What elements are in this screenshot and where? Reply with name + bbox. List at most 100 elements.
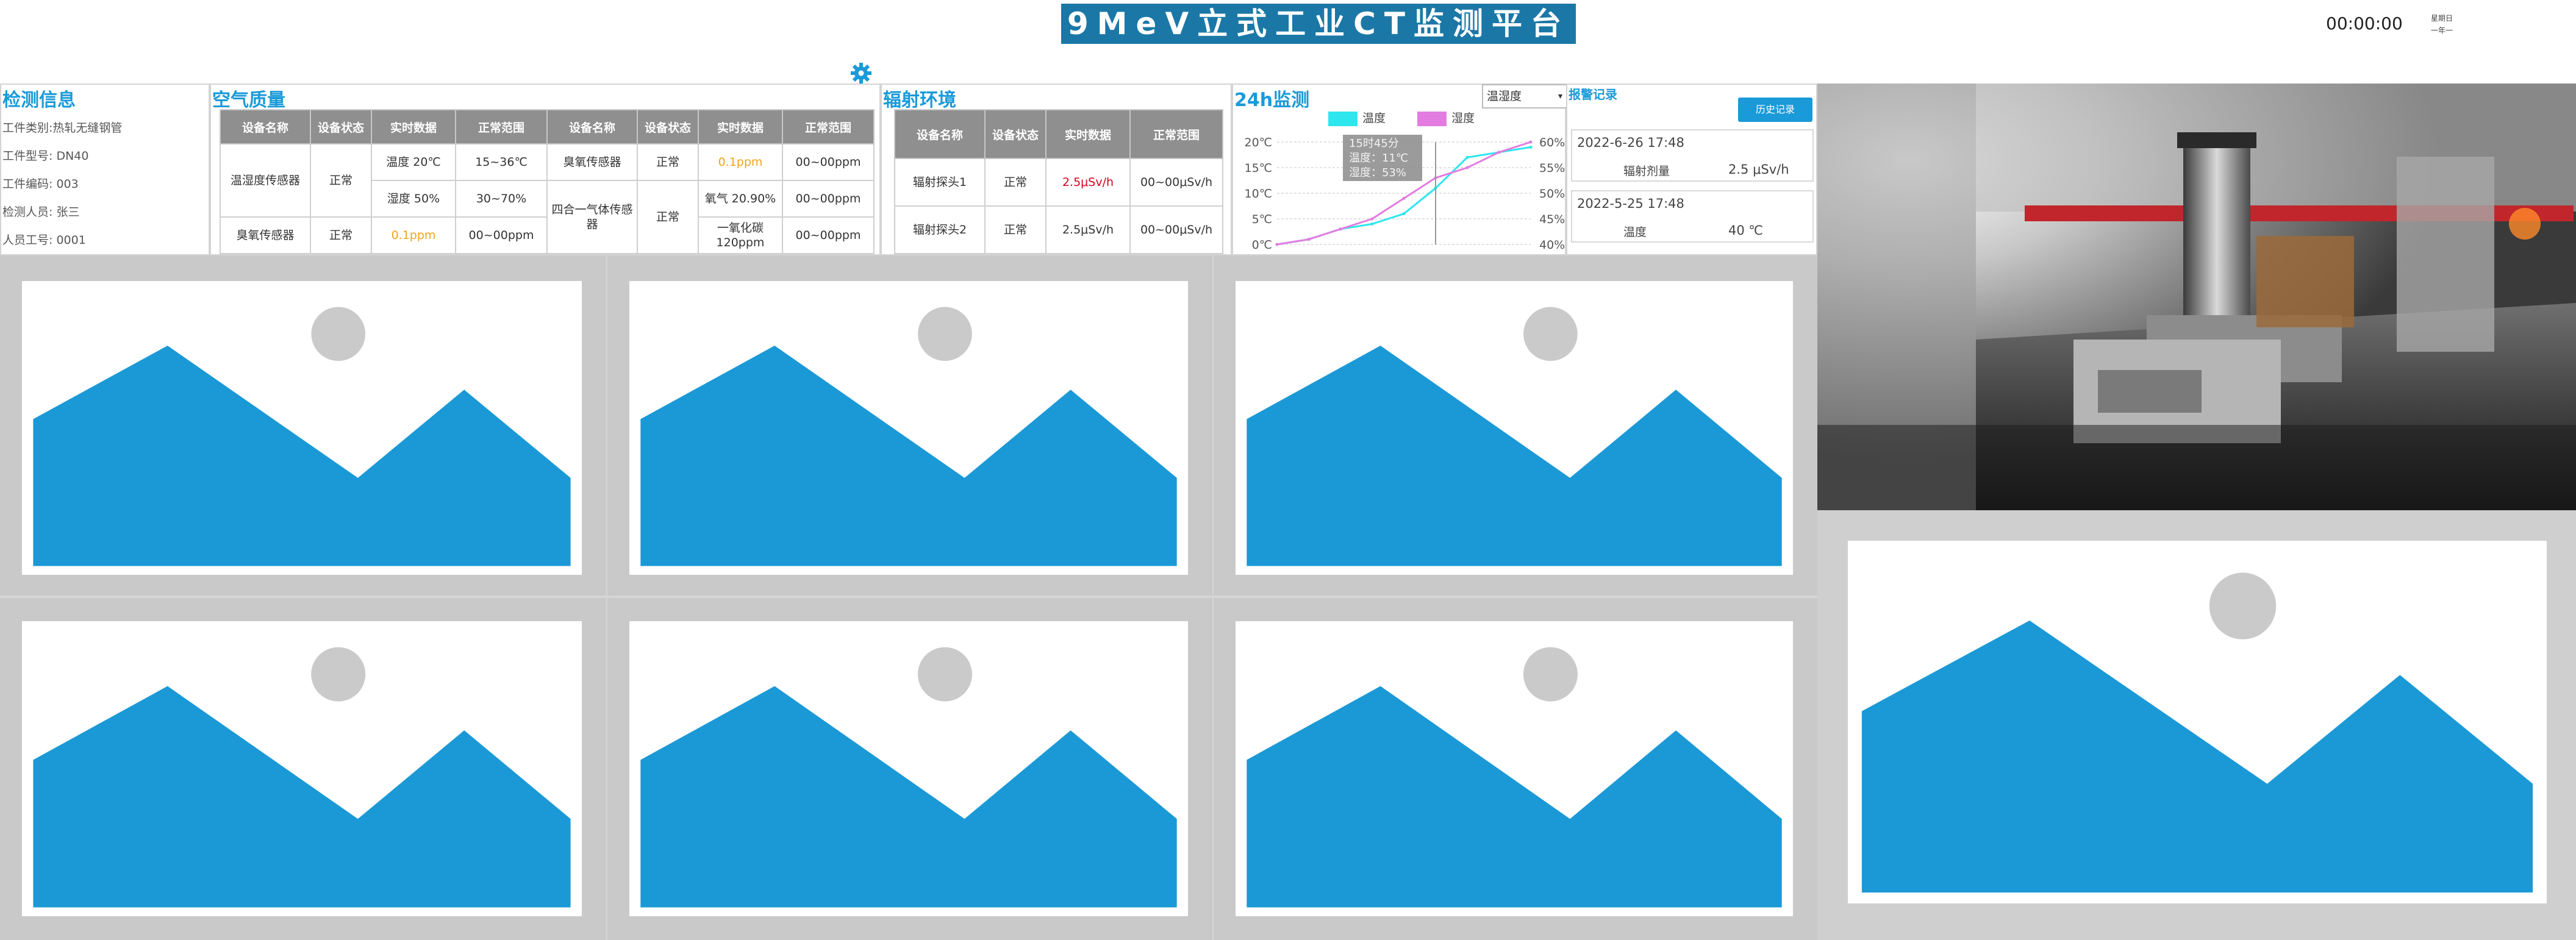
sun-shape xyxy=(1523,307,1578,361)
image-placeholder-icon xyxy=(1848,541,2547,903)
device-name: 臭氧传感器 xyxy=(220,216,311,254)
radiation-table: 设备名称 设备状态 实时数据 正常范围 辐射探头1 正常 2.5μSv/h 00… xyxy=(894,109,1223,254)
table-header-row: 设备名称 设备状态 实时数据 正常范围 xyxy=(894,109,1223,159)
mountain-shape xyxy=(640,346,1177,566)
realtime-value: 湿度 50% xyxy=(371,180,456,218)
realtime-value: 氧气 20.90% xyxy=(698,180,783,218)
data-point xyxy=(1370,217,1374,221)
info-label: 工件编码: xyxy=(2,177,53,191)
tooltip-line: 湿度：53% xyxy=(1349,166,1406,179)
sun-shape xyxy=(1523,647,1578,702)
video-cell[interactable] xyxy=(607,255,1212,596)
info-value: 003 xyxy=(56,177,79,191)
camera-feed-icon[interactable] xyxy=(1817,84,2576,510)
device-status: 正常 xyxy=(984,205,1046,254)
gear-icon[interactable] xyxy=(850,62,872,84)
normal-range: 00~00ppm xyxy=(782,180,875,218)
sun-shape xyxy=(2209,572,2277,639)
normal-range: 00~00ppm xyxy=(782,216,875,254)
column-header: 实时数据 xyxy=(371,109,456,144)
data-point xyxy=(1339,227,1342,231)
device-status: 正常 xyxy=(310,143,372,218)
mountain-shape xyxy=(1861,620,2533,893)
column-header: 设备名称 xyxy=(894,109,986,159)
table-header-row: 设备名称 设备状态 实时数据 正常范围 设备名称 设备状态 实时数据 正常范围 xyxy=(220,109,875,144)
legend-humidity-label: 湿度 xyxy=(1451,112,1475,125)
info-value: 0001 xyxy=(56,233,86,247)
data-point xyxy=(1402,196,1406,200)
device-status: 正常 xyxy=(637,180,699,254)
radiation-panel: 辐射环境 设备名称 设备状态 实时数据 正常范围 辐射探头1 正常 2.5μSv… xyxy=(881,84,1232,255)
image-placeholder-icon xyxy=(629,281,1188,575)
device-name: 四合一气体传感器 xyxy=(546,180,638,254)
legend-swatch-humidity xyxy=(1417,111,1447,126)
history-button[interactable]: 历史记录 xyxy=(1738,98,1812,122)
data-point xyxy=(1402,212,1406,216)
sun-shape xyxy=(918,307,972,361)
video-cell[interactable] xyxy=(1214,255,1817,596)
data-point xyxy=(1465,155,1469,159)
mountain-shape xyxy=(33,346,571,566)
alarm-item[interactable]: 2022-5-25 17:48 温度 40 ℃ xyxy=(1571,190,1814,243)
tooltip-line: 温度：11℃ xyxy=(1349,152,1408,165)
column-header: 设备名称 xyxy=(546,109,638,144)
legend-temp-label: 温度 xyxy=(1362,112,1386,125)
date-label: 一年一 xyxy=(2431,26,2453,35)
alarm-value: 2.5 μSv/h xyxy=(1728,162,1789,177)
sun-shape xyxy=(311,307,365,361)
device-status: 正常 xyxy=(637,143,699,181)
column-header: 正常范围 xyxy=(1129,109,1223,159)
realtime-value: 2.5μSv/h xyxy=(1045,205,1131,254)
alarm-time: 2022-5-25 17:48 xyxy=(1577,196,1684,211)
device-name: 温湿度传感器 xyxy=(220,143,311,218)
alarm-item[interactable]: 2022-6-26 17:48 辐射剂量 2.5 μSv/h xyxy=(1571,129,1814,182)
info-row: 工件型号: DN40 xyxy=(2,147,88,163)
air-quality-title: 空气质量 xyxy=(212,90,285,111)
mountain-shape xyxy=(640,686,1177,908)
realtime-value: 一氧化碳 120ppm xyxy=(698,216,783,254)
column-header: 设备状态 xyxy=(310,109,372,144)
device-name: 辐射探头2 xyxy=(894,205,986,254)
info-label: 工件类别: xyxy=(2,121,53,135)
info-label: 检测人员: xyxy=(2,205,53,219)
dashboard-root: 9MeV立式工业CT监测平台 00:00:00 星期日 一年一 检测信息 工件类… xyxy=(0,0,2576,940)
alarm-value: 40 ℃ xyxy=(1728,223,1763,238)
air-quality-table: 设备名称 设备状态 实时数据 正常范围 设备名称 设备状态 实时数据 正常范围 … xyxy=(220,109,875,254)
inspection-title: 检测信息 xyxy=(2,90,76,111)
table-row: 辐射探头2 正常 2.5μSv/h 00~00μSv/h xyxy=(894,205,1223,254)
legend-swatch-temp xyxy=(1328,111,1358,126)
video-cell[interactable] xyxy=(1214,598,1817,940)
sun-shape xyxy=(918,647,972,702)
table-row: 温湿度传感器 正常 温度 20℃ 15~36℃ 臭氧传感器 正常 0.1ppm … xyxy=(220,143,875,218)
realtime-value: 0.1ppm xyxy=(371,216,456,254)
radiation-title: 辐射环境 xyxy=(883,90,956,111)
info-row: 检测人员: 张三 xyxy=(2,203,79,219)
image-placeholder-icon xyxy=(1236,621,1793,916)
metric-select[interactable]: 温湿度 ▾ xyxy=(1482,84,1567,109)
column-header: 正常范围 xyxy=(455,109,548,144)
data-point xyxy=(1529,140,1533,144)
chart-legend: 温度 湿度 xyxy=(1328,109,1475,126)
date-box: 星期日 一年一 xyxy=(2431,12,2453,37)
device-status: 正常 xyxy=(984,158,1046,207)
video-cell[interactable] xyxy=(0,255,606,596)
column-header: 设备名称 xyxy=(220,109,311,144)
main-video-cell[interactable] xyxy=(1817,510,2576,940)
metric-select-value: 温湿度 xyxy=(1487,90,1522,103)
info-row: 人员工号: 0001 xyxy=(2,231,86,247)
device-name: 辐射探头1 xyxy=(894,158,986,207)
y-left-tick: 10℃ xyxy=(1244,187,1272,201)
monitor24h-title: 24h监测 xyxy=(1234,90,1310,111)
realtime-value: 2.5μSv/h xyxy=(1045,158,1131,207)
y-right-tick: 45% xyxy=(1539,213,1565,226)
weekday-label: 星期日 xyxy=(2431,14,2453,23)
video-grid xyxy=(0,255,1817,940)
chevron-down-icon: ▾ xyxy=(1558,91,1562,101)
alarm-time: 2022-6-26 17:48 xyxy=(1577,135,1684,150)
column-header: 正常范围 xyxy=(782,109,875,144)
data-point xyxy=(1465,166,1469,169)
video-cell[interactable] xyxy=(607,598,1212,940)
video-cell[interactable] xyxy=(0,598,606,940)
column-header: 设备状态 xyxy=(984,109,1046,159)
info-row: 工件编码: 003 xyxy=(2,175,79,191)
